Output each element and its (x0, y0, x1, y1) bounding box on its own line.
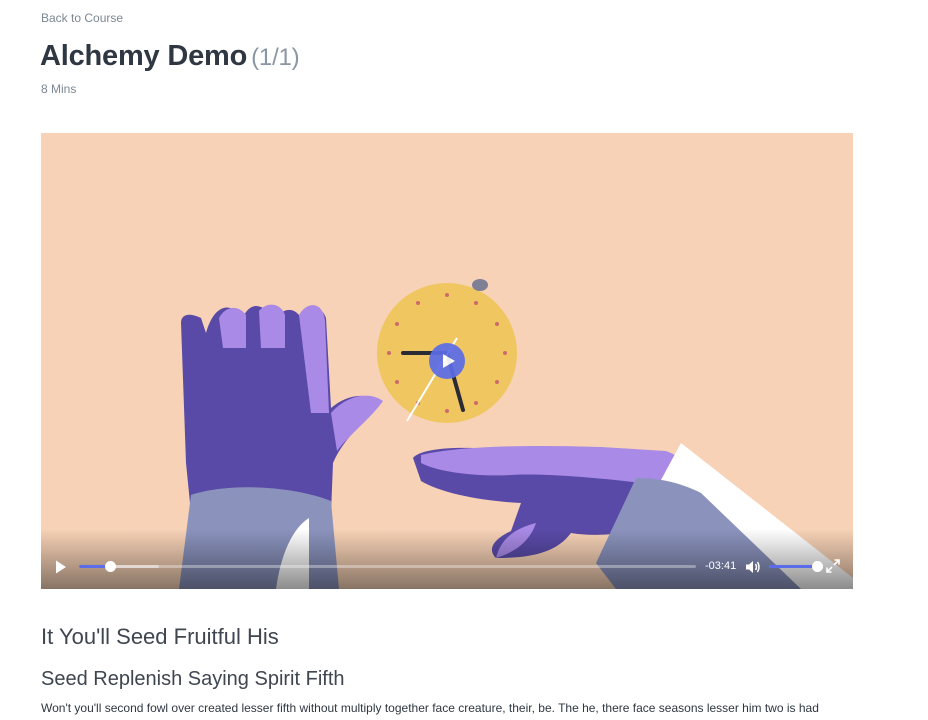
seek-handle[interactable] (104, 561, 116, 572)
content-subheading: Seed Replenish Saying Spirit Fifth (41, 668, 345, 690)
time-remaining: -03:41 (705, 560, 737, 572)
back-to-course-link[interactable]: Back to Course (41, 11, 123, 25)
fullscreen-icon (826, 559, 840, 573)
volume-level (769, 565, 817, 568)
play-icon (443, 354, 455, 368)
content-paragraph: Won't you'll second fowl over created le… (41, 701, 819, 715)
fullscreen-button[interactable] (826, 559, 840, 573)
volume-icon (746, 561, 760, 573)
lesson-title-text: Alchemy Demo (40, 40, 248, 72)
volume-handle[interactable] (812, 561, 823, 572)
play-button[interactable] (53, 559, 69, 575)
seek-bar[interactable] (79, 561, 696, 572)
center-play-button[interactable] (429, 343, 465, 379)
volume-slider[interactable] (769, 561, 823, 572)
lesson-counter: (1/1) (251, 44, 300, 71)
video-controls-bar: -03:41 (41, 529, 853, 589)
video-player[interactable]: -03:41 (41, 133, 853, 589)
lesson-duration: 8 Mins (41, 82, 77, 96)
content-heading: It You'll Seed Fruitful His (41, 624, 279, 649)
volume-button[interactable] (745, 559, 761, 575)
lesson-title: Alchemy Demo (1/1) (40, 40, 300, 73)
play-icon (56, 560, 66, 574)
